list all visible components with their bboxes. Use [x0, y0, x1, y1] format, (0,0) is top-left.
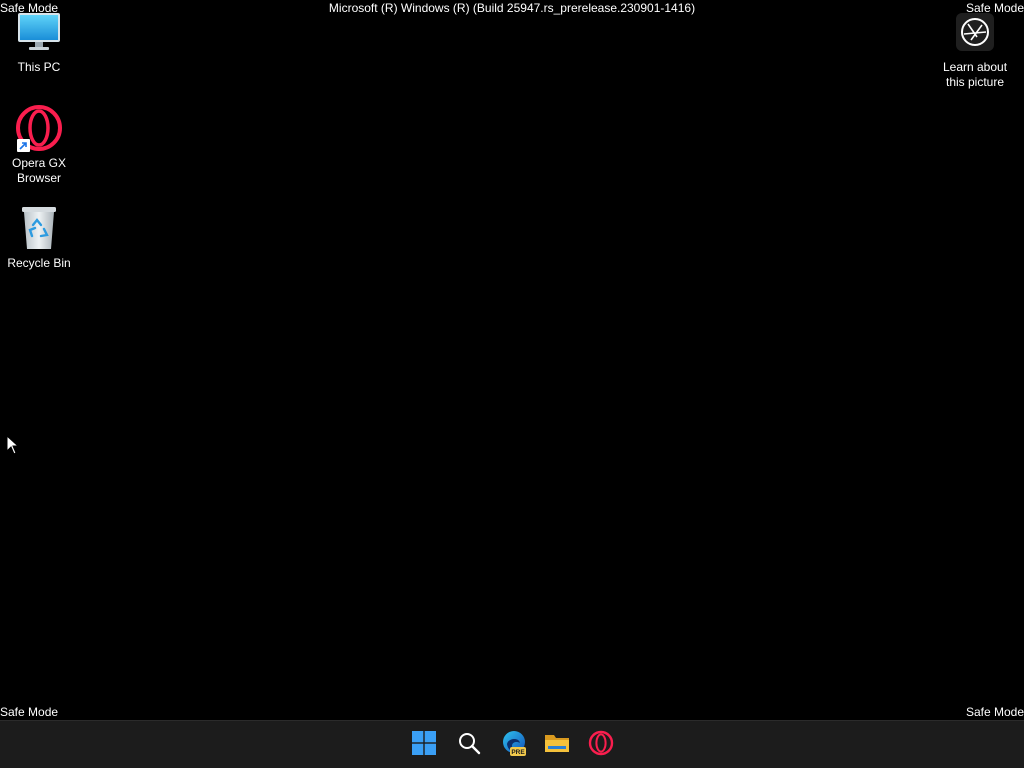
- edge-icon: PRE: [501, 730, 527, 761]
- desktop-icon-label: Learn about this picture: [942, 60, 1008, 89]
- desktop-icon-this-pc[interactable]: This PC: [0, 8, 78, 75]
- folder-icon: [544, 731, 570, 760]
- monitor-icon: [15, 8, 63, 56]
- taskbar-opera-gx-button[interactable]: [581, 725, 621, 765]
- search-icon: [457, 731, 481, 760]
- edge-pre-badge: PRE: [511, 749, 525, 756]
- camera-icon: [951, 8, 999, 56]
- taskbar: PRE: [0, 720, 1024, 768]
- opera-gx-icon: [15, 104, 63, 152]
- desktop-icon-recycle-bin[interactable]: Recycle Bin: [0, 204, 78, 271]
- opera-gx-icon: [588, 730, 614, 761]
- mouse-pointer-icon: [6, 434, 20, 460]
- safe-mode-label-bottom-left: Safe Mode: [0, 705, 59, 719]
- taskbar-edge-button[interactable]: PRE: [494, 725, 534, 765]
- windows-start-icon: [412, 730, 436, 760]
- desktop-icon-learn-about-picture[interactable]: Learn about this picture: [936, 8, 1014, 90]
- taskbar-search-button[interactable]: [449, 725, 489, 765]
- desktop-icon-label: Recycle Bin: [7, 256, 71, 270]
- desktop[interactable]: Safe Mode Microsoft (R) Windows (R) (Bui…: [0, 0, 1024, 768]
- windows-build-string: Microsoft (R) Windows (R) (Build 25947.r…: [328, 1, 696, 15]
- taskbar-start-button[interactable]: [404, 725, 444, 765]
- desktop-icon-opera-gx[interactable]: Opera GX Browser: [0, 104, 78, 186]
- safe-mode-label-bottom-right: Safe Mode: [965, 705, 1024, 719]
- taskbar-file-explorer-button[interactable]: [537, 725, 577, 765]
- recycle-bin-icon: [15, 204, 63, 252]
- shortcut-arrow-icon: [17, 139, 30, 152]
- desktop-icon-label: Opera GX Browser: [11, 156, 67, 185]
- desktop-icon-label: This PC: [17, 60, 61, 74]
